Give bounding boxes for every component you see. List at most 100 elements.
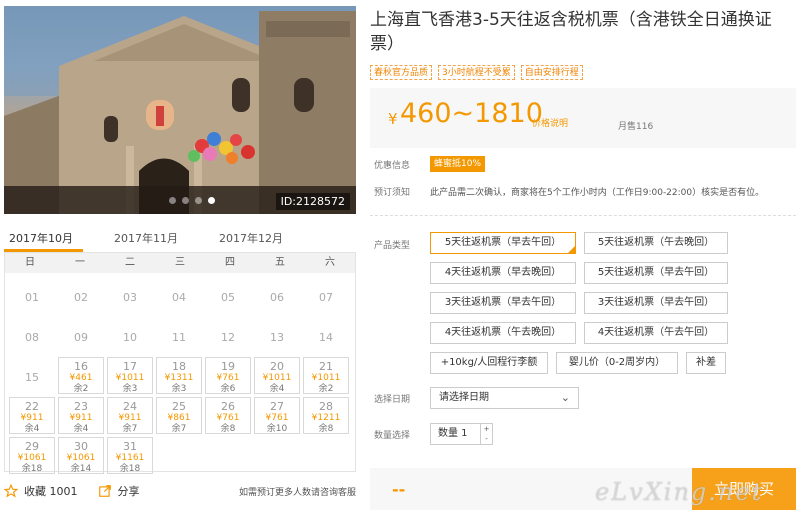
calendar-day-available[interactable]: 23 ¥911 余4 [58,397,104,434]
calendar-day-available[interactable]: 22 ¥911 余4 [9,397,55,434]
calendar-day-remaining: 余2 [73,384,89,394]
calendar-day-available[interactable]: 17 ¥1011 余3 [107,357,153,394]
option-5day-noon-evening[interactable]: 5天往返机票（午去晚回） [584,232,728,254]
calendar-day-available[interactable]: 21 ¥1011 余2 [303,357,349,394]
calendar-day-remaining: 余2 [318,384,334,394]
calendar-day-number: 25 [172,400,186,413]
price-currency: ¥ [388,110,398,128]
calendar-day-remaining: 余18 [21,464,43,474]
calendar-day-available[interactable]: 25 ¥861 余7 [156,397,202,434]
price-range: 460~1810 [400,98,543,129]
share-button[interactable]: 分享 [98,483,140,499]
calendar-day-number: 31 [123,440,137,453]
calendar-day-price: ¥1061 [17,453,47,463]
tab-month-oct[interactable]: 2017年10月 [4,228,83,252]
calendar-day-price: ¥1011 [311,373,341,383]
decrement-icon[interactable]: - [481,434,492,444]
calendar-day-number: 01 [25,291,39,304]
calendar-day-available[interactable]: 31 ¥1161 余18 [107,437,153,474]
calendar-weekday-header: 日 一 二 三 四 五 六 [5,253,355,273]
calendar-day-available[interactable]: 18 ¥1311 余3 [156,357,202,394]
carousel-dot[interactable] [169,197,176,204]
calendar-day-price: ¥911 [69,413,93,423]
calendar-day-number: 12 [221,331,235,344]
calendar-day-number: 07 [319,291,333,304]
calendar-day-remaining: 余14 [70,464,92,474]
increment-icon[interactable]: + [481,424,492,434]
calendar-day-available[interactable]: 28 ¥1211 余8 [303,397,349,434]
quantity-label: 数量选择 [374,431,411,441]
option-3day-morning-noon-b[interactable]: 3天往返机票（早去午回） [584,292,728,314]
date-label: 选择日期 [374,395,411,405]
option-infant-price[interactable]: 婴儿价（0-2周岁内） [556,352,678,374]
option-3day-morning-noon[interactable]: 3天往返机票（早去午回） [430,292,576,314]
option-4day-noon-evening[interactable]: 4天往返机票（午去晚回） [430,322,576,344]
calendar-day-remaining: 余4 [269,384,285,394]
calendar-day-price: ¥1311 [164,373,194,383]
calendar-day-number: 11 [172,331,186,344]
calendar-day-price: ¥861 [167,413,191,423]
product-photo[interactable]: ID:2128572 [4,6,356,214]
calendar-day-price: ¥911 [118,413,142,423]
option-5day-morning-noon-selected[interactable]: 5天往返机票（早去午回） [430,232,576,254]
calendar-day-available[interactable]: 24 ¥911 余7 [107,397,153,434]
calendar-day-number: 30 [74,440,88,453]
calendar-day-number: 08 [25,331,39,344]
calendar-day-remaining: 余8 [220,424,236,434]
carousel-dot[interactable] [195,197,202,204]
tab-month-dec[interactable]: 2017年12月 [214,228,293,252]
calendar-day-number: 27 [270,400,284,413]
calendar-day: 05 [205,279,251,316]
calendar-day-available[interactable]: 20 ¥1011 余4 [254,357,300,394]
booking-notice: 此产品需二次确认，商家将在5个工作小时内（工作日9:00-22:00）核实是否有… [430,188,765,198]
calendar-day: 06 [254,279,300,316]
calendar-day-available[interactable]: 16 ¥461 余2 [58,357,104,394]
price-explanation-link[interactable]: 价格说明 [532,116,568,129]
calendar-day-number: 09 [74,331,88,344]
calendar-day: 08 [9,319,55,356]
calendar-day-remaining: 余4 [73,424,89,434]
calendar-day-remaining: 余4 [24,424,40,434]
option-4day-noon-noon[interactable]: 4天往返机票（午去午回） [584,322,728,344]
calendar-day-available[interactable]: 27 ¥761 余10 [254,397,300,434]
calendar-day-available[interactable]: 26 ¥761 余8 [205,397,251,434]
calendar-day-price: ¥1161 [115,453,145,463]
share-icon [98,485,111,497]
discount-badge: 蜂蜜抵10% [430,156,486,172]
calendar-day-number: 24 [123,400,137,413]
calendar-day: 01 [9,279,55,316]
option-5day-morning-noon[interactable]: 5天往返机票（早去午回） [584,262,728,284]
favorite-button[interactable]: 收藏 1001 [4,483,78,499]
calendar-day-available[interactable]: 30 ¥1061 余14 [58,437,104,474]
calendar-day-price: ¥761 [265,413,289,423]
weekday-thu: 四 [225,257,235,268]
calendar-day-remaining: 余10 [266,424,288,434]
calendar-day: 10 [107,319,153,356]
calendar-day-number: 26 [221,400,235,413]
calendar-day-remaining: 余7 [171,424,187,434]
option-extra-luggage[interactable]: +10kg/人回程行李额 [430,352,548,374]
product-tag: 春秋官方品质 [370,65,433,80]
calendar-day-number: 19 [221,360,235,373]
calendar-day-number: 15 [25,371,39,384]
option-4day-morning-evening[interactable]: 4天往返机票（早去晚回） [430,262,576,284]
calendar-day-number: 22 [25,400,39,413]
quantity-arrows[interactable]: + - [480,424,492,444]
option-price-difference[interactable]: 补差 [686,352,726,374]
calendar-day-price: ¥911 [20,413,44,423]
calendar-day-available[interactable]: 29 ¥1061 余18 [9,437,55,474]
calendar-day-number: 18 [172,360,186,373]
calendar-day: 07 [303,279,349,316]
carousel-dot[interactable] [182,197,189,204]
date-select[interactable]: 请选择日期 ⌄ [430,387,579,409]
tab-month-nov[interactable]: 2017年11月 [109,228,188,252]
price-calendar: 日 一 二 三 四 五 六 01 02 03 04 05 06 07 08 09 10 11 12 13… [4,252,356,474]
carousel-dot-active[interactable] [208,197,215,204]
calendar-day-price: ¥1061 [66,453,96,463]
calendar-day-available[interactable]: 19 ¥761 余6 [205,357,251,394]
weekday-fri: 五 [275,257,285,268]
product-tags: 春秋官方品质 3小时航程不受累 自由安排行程 [370,65,583,80]
selected-total-price: -- [392,480,406,499]
quantity-stepper[interactable]: 数量 1 + - [430,423,493,445]
calendar-day-price: ¥1011 [262,373,292,383]
